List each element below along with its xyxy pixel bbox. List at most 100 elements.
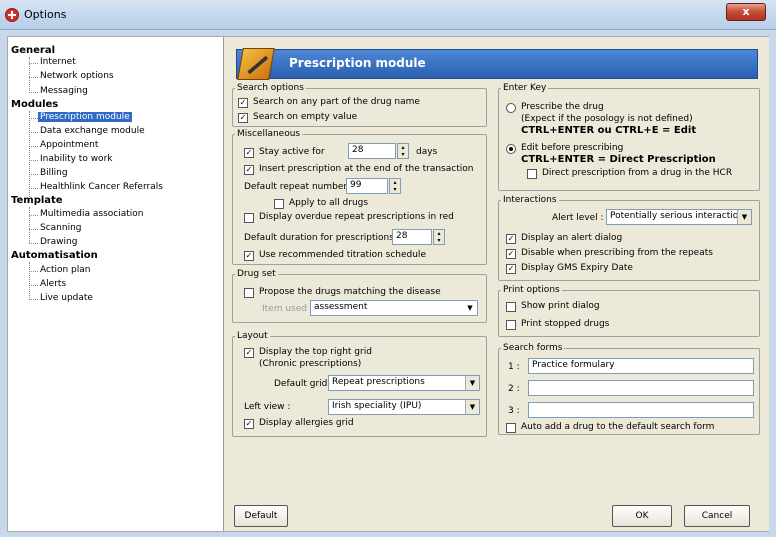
module-title: Prescription module — [289, 56, 426, 70]
interactions-legend: Interactions — [503, 195, 557, 205]
left-view-dropdown[interactable]: Irish speciality (IPU) ▼ — [328, 399, 480, 415]
print-options-group: Print options — [498, 285, 760, 337]
ok-button[interactable]: OK — [612, 505, 672, 527]
stay-active-checkbox[interactable]: ✓ — [244, 148, 254, 158]
tree-item-action-plan[interactable]: Action plan — [40, 265, 90, 275]
search-form-3-input[interactable] — [528, 402, 754, 418]
prescribe-drug-radio[interactable] — [506, 103, 516, 113]
module-header: Prescription module — [236, 48, 758, 80]
tree-item-messaging[interactable]: Messaging — [40, 86, 88, 96]
tree-item-prescription-module[interactable]: Prescription module — [38, 112, 132, 122]
edit-before-radio[interactable] — [506, 144, 516, 154]
tree-item-drawing[interactable]: Drawing — [40, 237, 77, 247]
tree-group-general[interactable]: General — [11, 45, 55, 56]
default-duration-input[interactable]: 28 — [392, 229, 432, 245]
tree-item-appointment[interactable]: Appointment — [40, 140, 98, 150]
titration-checkbox[interactable]: ✓ — [244, 251, 254, 261]
stay-active-spinner[interactable]: ▴ ▾ — [397, 143, 409, 159]
chevron-down-icon: ▼ — [737, 210, 751, 224]
window-title: Options — [24, 8, 67, 21]
default-grid-dropdown[interactable]: Repeat prescriptions ▼ — [328, 375, 480, 391]
search-forms-legend: Search forms — [503, 343, 563, 353]
tree-item-network-options[interactable]: Network options — [40, 71, 114, 81]
settings-panel: Prescription module Search options ✓ Sea… — [224, 37, 769, 531]
tree-item-inability-to-work[interactable]: Inability to work — [40, 154, 112, 164]
display-alert-label: Display an alert dialog — [521, 233, 623, 243]
allergies-grid-checkbox[interactable]: ✓ — [244, 419, 254, 429]
chronic-label: (Chronic prescriptions) — [259, 359, 362, 369]
stay-active-label: Stay active for — [259, 147, 325, 157]
insert-end-checkbox[interactable]: ✓ — [244, 165, 254, 175]
search-options-legend: Search options — [237, 83, 304, 93]
search-form-1-input[interactable]: Practice formulary — [528, 358, 754, 374]
search-empty-value-label: Search on empty value — [253, 112, 358, 122]
options-tree: General Internet Network options Messagi… — [8, 37, 224, 531]
tree-connector — [29, 243, 38, 244]
propose-drugs-checkbox[interactable] — [244, 288, 254, 298]
chevron-down-icon: ▼ — [465, 376, 479, 390]
tree-item-multimedia-association[interactable]: Multimedia association — [40, 209, 144, 219]
tree-item-healthlink-cancer-referrals[interactable]: Healthlink Cancer Referrals — [40, 182, 163, 192]
tree-connector — [29, 285, 38, 286]
search-form-2-label: 2 : — [508, 384, 520, 394]
search-any-part-label: Search on any part of the drug name — [253, 97, 420, 107]
close-button[interactable]: x — [726, 3, 766, 21]
search-empty-value-checkbox[interactable]: ✓ — [238, 113, 248, 123]
default-duration-spinner[interactable]: ▴ ▾ — [433, 229, 445, 245]
disable-repeats-checkbox[interactable]: ✓ — [506, 249, 516, 259]
search-form-2-input[interactable] — [528, 380, 754, 396]
tree-connector — [29, 77, 38, 78]
item-used-label: Item used : — [262, 304, 313, 314]
days-label: days — [416, 147, 438, 157]
show-print-dialog-checkbox[interactable] — [506, 302, 516, 312]
default-repeat-input[interactable]: 99 — [346, 178, 388, 194]
search-any-part-checkbox[interactable]: ✓ — [238, 98, 248, 108]
tree-connector — [29, 229, 38, 230]
tree-item-scanning[interactable]: Scanning — [40, 223, 82, 233]
overdue-red-label: Display overdue repeat prescriptions in … — [259, 212, 454, 222]
default-grid-label: Default grid : — [274, 379, 334, 389]
tree-group-automatisation[interactable]: Automatisation — [11, 250, 98, 261]
item-used-value: assessment — [314, 302, 368, 312]
dialog-body: General Internet Network options Messagi… — [7, 36, 769, 532]
direct-hcr-checkbox[interactable] — [527, 169, 537, 179]
tree-item-alerts[interactable]: Alerts — [40, 279, 66, 289]
stay-active-input[interactable]: 28 — [348, 143, 396, 159]
overdue-red-checkbox[interactable] — [244, 213, 254, 223]
print-stopped-label: Print stopped drugs — [521, 319, 610, 329]
alert-level-value: Potentially serious interaction — [610, 211, 744, 221]
alert-level-dropdown[interactable]: Potentially serious interaction ▼ — [606, 209, 752, 225]
ctrl-direct-label: CTRL+ENTER = Direct Prescription — [521, 154, 716, 165]
top-right-grid-label: Display the top right grid — [259, 347, 372, 357]
default-button[interactable]: Default — [234, 505, 288, 527]
left-view-label: Left view : — [244, 402, 291, 412]
window-frame: General Internet Network options Messagi… — [0, 30, 776, 537]
apply-all-drugs-label: Apply to all drugs — [289, 198, 369, 208]
default-repeat-spinner[interactable]: ▴ ▾ — [389, 178, 401, 194]
show-print-dialog-label: Show print dialog — [521, 301, 600, 311]
disable-repeats-label: Disable when prescribing from the repeat… — [521, 248, 713, 258]
item-used-dropdown[interactable]: assessment ▼ — [310, 300, 478, 316]
tree-item-data-exchange-module[interactable]: Data exchange module — [40, 126, 145, 136]
cancel-button[interactable]: Cancel — [684, 505, 750, 527]
default-duration-label: Default duration for prescriptions : — [244, 233, 400, 243]
prescribe-drug-label: Prescribe the drug — [521, 102, 604, 112]
auto-add-checkbox[interactable] — [506, 423, 516, 433]
chevron-down-icon: ▼ — [465, 400, 479, 414]
print-stopped-checkbox[interactable] — [506, 320, 516, 330]
tree-group-template[interactable]: Template — [11, 195, 63, 206]
drug-set-legend: Drug set — [237, 269, 276, 279]
tree-group-modules[interactable]: Modules — [11, 99, 58, 110]
display-alert-checkbox[interactable]: ✓ — [506, 234, 516, 244]
gms-expiry-checkbox[interactable]: ✓ — [506, 264, 516, 274]
top-right-grid-checkbox[interactable]: ✓ — [244, 348, 254, 358]
search-form-1-label: 1 : — [508, 362, 520, 372]
tree-connector — [29, 132, 38, 133]
left-view-value: Irish speciality (IPU) — [332, 401, 422, 411]
alert-level-label: Alert level : — [552, 213, 604, 223]
tree-item-billing[interactable]: Billing — [40, 168, 68, 178]
tree-item-live-update[interactable]: Live update — [40, 293, 93, 303]
apply-all-drugs-checkbox[interactable] — [274, 199, 284, 209]
search-form-3-label: 3 : — [508, 406, 520, 416]
tree-item-internet[interactable]: Internet — [40, 57, 76, 67]
